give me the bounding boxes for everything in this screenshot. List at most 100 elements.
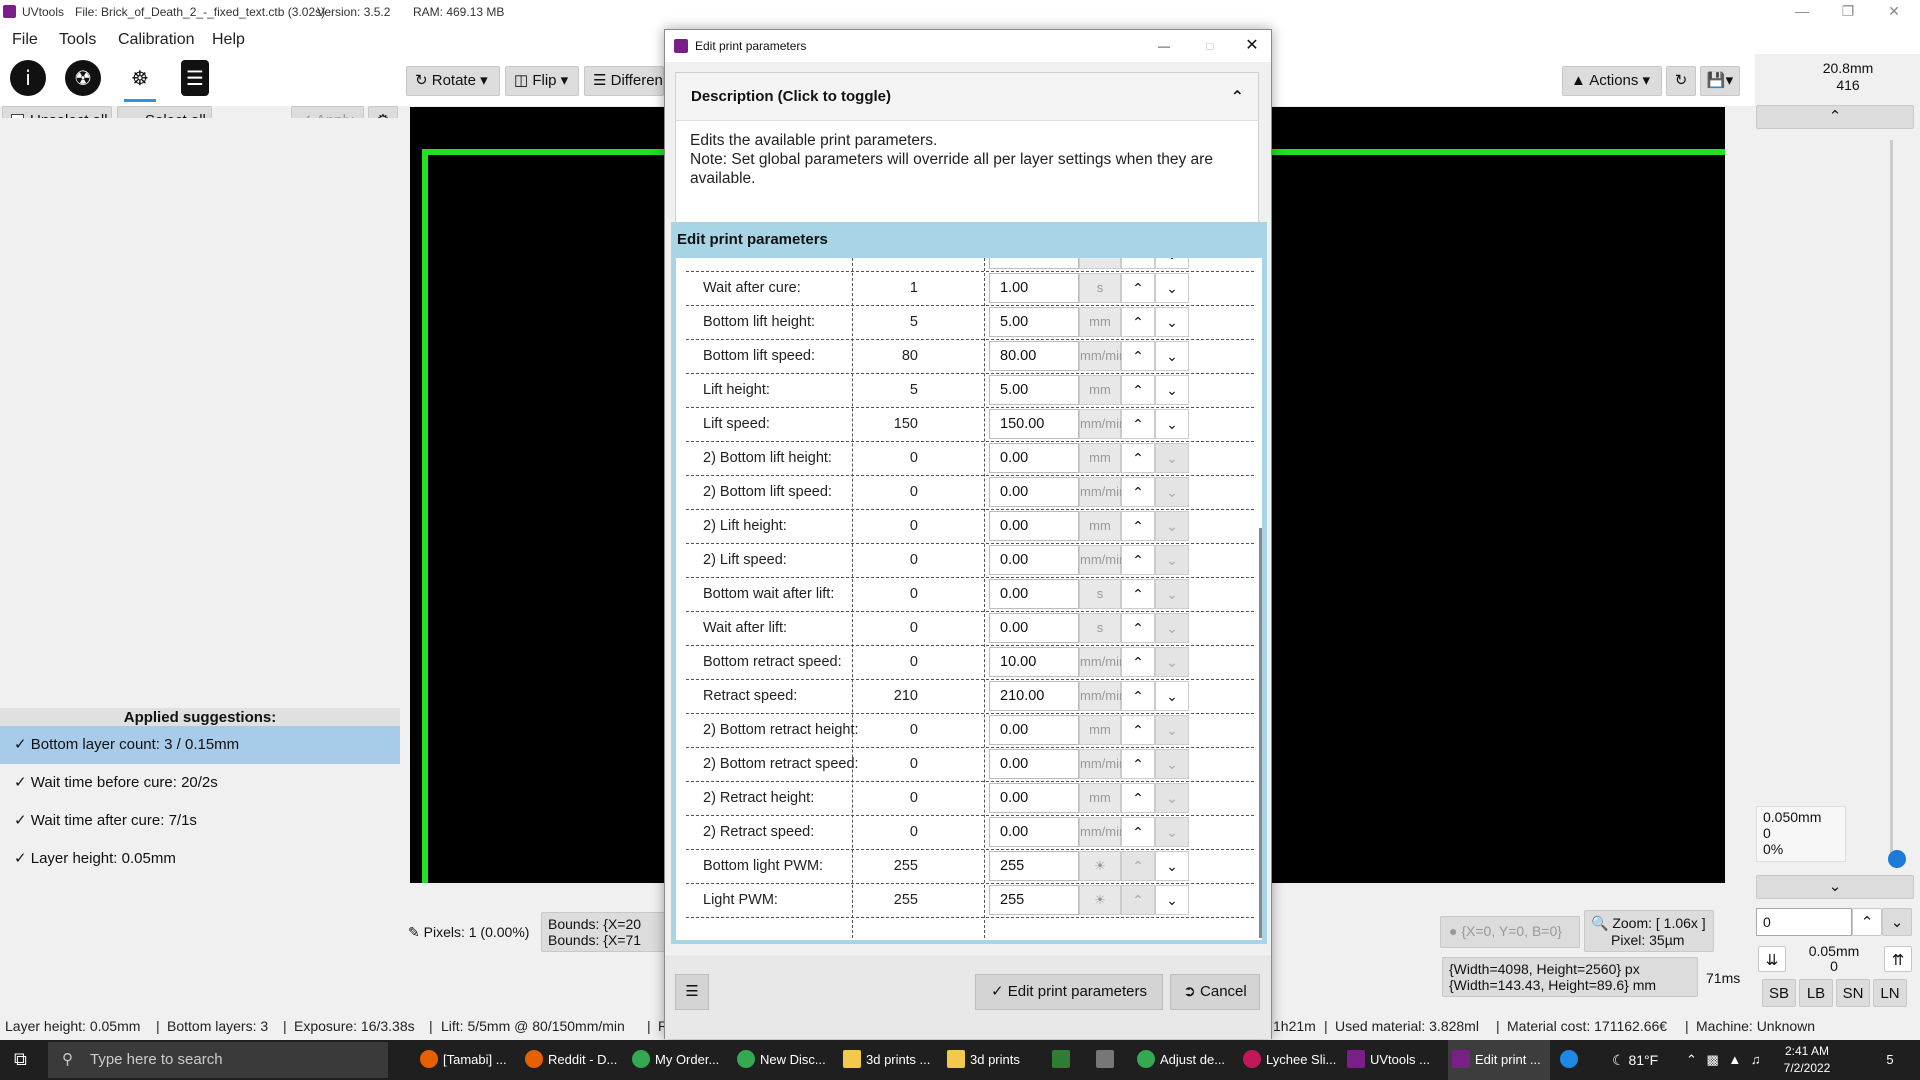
increase-chevron-icon[interactable]: ⌃	[1121, 409, 1155, 439]
reset-chevron-icon[interactable]: ⌄	[1155, 681, 1189, 711]
increase-chevron-icon[interactable]: ⌃	[1121, 885, 1155, 915]
difference-button[interactable]: ☰ Differenc	[584, 66, 664, 96]
edit-print-parameters-button[interactable]: ✓ Edit print parameters	[975, 974, 1163, 1010]
actions-button[interactable]: ▲ Actions ▾	[1562, 66, 1662, 96]
taskbar-item[interactable]: 3d prints ...	[843, 1040, 943, 1080]
reset-chevron-icon[interactable]: ⌄	[1155, 375, 1189, 405]
layer-down-chevron-icon[interactable]: ⌄	[1756, 875, 1914, 899]
increase-chevron-icon[interactable]: ⌃	[1121, 817, 1155, 847]
layer-decrement-icon[interactable]: ⌄	[1882, 908, 1912, 936]
increase-chevron-icon[interactable]: ⌃	[1121, 273, 1155, 303]
reset-chevron-icon[interactable]: ⌄	[1155, 749, 1189, 779]
dialog-close-icon[interactable]: ✕	[1237, 30, 1267, 62]
increase-chevron-icon[interactable]: ⌃	[1121, 579, 1155, 609]
new-value-input[interactable]: 1.00	[989, 273, 1079, 303]
taskbar-item[interactable]	[1052, 1040, 1076, 1080]
reset-chevron-icon[interactable]: ⌄	[1155, 409, 1189, 439]
new-value-input[interactable]: 0.00	[989, 749, 1079, 779]
taskbar-item[interactable]: Lychee Sli...	[1243, 1040, 1343, 1080]
new-value-input[interactable]: 255	[989, 851, 1079, 881]
layer-increment-icon[interactable]: ⌃	[1852, 908, 1882, 936]
increase-chevron-icon[interactable]: ⌃	[1121, 749, 1155, 779]
refresh-icon[interactable]: ↻	[1666, 66, 1696, 96]
increase-chevron-icon[interactable]: ⌃	[1121, 341, 1155, 371]
new-value-input[interactable]: 5.00	[989, 375, 1079, 405]
menu-tools[interactable]: Tools	[59, 31, 96, 49]
reset-chevron-icon[interactable]: ⌄	[1155, 579, 1189, 609]
suggestion-item[interactable]: ✓ Wait time before cure: 20/2s	[0, 764, 400, 802]
coords-button[interactable]: ● {X=0, Y=0, B=0}	[1440, 916, 1580, 948]
reset-chevron-icon[interactable]: ⌄	[1155, 817, 1189, 847]
taskbar-item[interactable]: My Order...	[632, 1040, 732, 1080]
new-value-input[interactable]: 80.00	[989, 341, 1079, 371]
restore-icon[interactable]: ❐	[1826, 0, 1870, 24]
layer-number-input[interactable]: 0	[1756, 908, 1852, 936]
parameters-grid[interactable]: Bottom wait after cure:77.00s⌃⌄Wait afte…	[676, 258, 1262, 940]
taskbar-search[interactable]: ⚲ Type here to search	[48, 1042, 388, 1078]
taskbar-item[interactable]: Reddit - D...	[525, 1040, 625, 1080]
new-value-input[interactable]: 210.00	[989, 681, 1079, 711]
taskbar-item[interactable]: 3d prints	[947, 1040, 1047, 1080]
increase-chevron-icon[interactable]: ⌃	[1121, 375, 1155, 405]
reset-chevron-icon[interactable]: ⌄	[1155, 613, 1189, 643]
lb-button[interactable]: LB	[1799, 979, 1833, 1007]
menu-calibration[interactable]: Calibration	[118, 31, 194, 49]
suggestion-item[interactable]: ✓ Bottom layer count: 3 / 0.15mm	[0, 726, 400, 764]
layer-up-chevron-icon[interactable]: ⌃	[1756, 105, 1914, 129]
reset-chevron-icon[interactable]: ⌄	[1155, 307, 1189, 337]
close-icon[interactable]: ✕	[1872, 0, 1916, 24]
system-tray[interactable]: ⌃ ▩ ▲ ♫	[1686, 1040, 1766, 1080]
reset-chevron-icon[interactable]: ⌄	[1155, 715, 1189, 745]
taskbar-item-active[interactable]: Edit print ...	[1448, 1040, 1550, 1080]
new-value-input[interactable]: 0.00	[989, 545, 1079, 575]
menu-help[interactable]: Help	[212, 31, 245, 49]
new-value-input[interactable]: 0.00	[989, 715, 1079, 745]
reset-chevron-icon[interactable]: ⌄	[1155, 885, 1189, 915]
description-toggle[interactable]: Description (Click to toggle) ⌃	[676, 73, 1258, 121]
new-value-input[interactable]: 0.00	[989, 443, 1079, 473]
taskbar-item[interactable]: [Tamabi] ...	[420, 1040, 520, 1080]
new-value-input[interactable]: 10.00	[989, 647, 1079, 677]
sb-button[interactable]: SB	[1762, 979, 1796, 1007]
new-value-input[interactable]: 5.00	[989, 307, 1079, 337]
increase-chevron-icon[interactable]: ⌃	[1121, 545, 1155, 575]
notification-icon[interactable]: 5	[1875, 1040, 1905, 1080]
taskbar-item[interactable]: Adjust de...	[1137, 1040, 1237, 1080]
taskbar-item[interactable]: UVtools ...	[1347, 1040, 1447, 1080]
help-icon[interactable]	[1560, 1040, 1584, 1080]
increase-chevron-icon[interactable]: ⌃	[1121, 681, 1155, 711]
dialog-minimize-icon[interactable]: —	[1149, 30, 1179, 62]
new-value-input[interactable]: 0.00	[989, 511, 1079, 541]
layer-slider[interactable]	[1890, 140, 1893, 860]
reset-chevron-icon[interactable]: ⌄	[1155, 443, 1189, 473]
reset-chevron-icon[interactable]: ⌄	[1155, 851, 1189, 881]
increase-chevron-icon[interactable]: ⌃	[1121, 443, 1155, 473]
layer-tools-icon[interactable]: ☸	[122, 60, 158, 96]
zoom-button[interactable]: 🔍 Zoom: [ 1.06x ] Pixel: 35µm	[1584, 910, 1714, 952]
new-value-input[interactable]: 0.00	[989, 579, 1079, 609]
first-layer-icon[interactable]: ⇊	[1758, 946, 1786, 972]
menu-icon[interactable]: ☰	[675, 974, 709, 1010]
suggestion-item[interactable]: ✓ Layer height: 0.05mm	[0, 840, 400, 878]
increase-chevron-icon[interactable]: ⌃	[1121, 715, 1155, 745]
flip-button[interactable]: ◫ Flip ▾	[505, 66, 579, 96]
issues-icon[interactable]: ☢	[65, 60, 101, 96]
reset-chevron-icon[interactable]: ⌄	[1155, 258, 1189, 269]
save-icon[interactable]: 💾▾	[1700, 66, 1740, 96]
menu-file[interactable]: File	[12, 31, 38, 49]
increase-chevron-icon[interactable]: ⌃	[1121, 477, 1155, 507]
resolution-button[interactable]: {Width=4098, Height=2560} px {Width=143.4…	[1442, 957, 1698, 997]
taskbar-item[interactable]: New Disc...	[737, 1040, 837, 1080]
bounds-button[interactable]: Bounds: {X=20 Bounds: {X=71	[541, 912, 666, 952]
weather-widget[interactable]: ☾ 81°F	[1612, 1040, 1672, 1080]
new-value-input[interactable]: 0.00	[989, 613, 1079, 643]
new-value-input[interactable]: 0.00	[989, 477, 1079, 507]
rotate-button[interactable]: ↻ Rotate ▾	[406, 66, 500, 96]
new-value-input[interactable]: 0.00	[989, 817, 1079, 847]
increase-chevron-icon[interactable]: ⌃	[1121, 783, 1155, 813]
clock[interactable]: 2:41 AM 7/2/2022	[1772, 1043, 1842, 1077]
increase-chevron-icon[interactable]: ⌃	[1121, 258, 1155, 269]
info-icon[interactable]: i	[10, 60, 46, 96]
taskbar-item[interactable]	[1096, 1040, 1120, 1080]
cancel-button[interactable]: ➲ Cancel	[1170, 974, 1260, 1010]
